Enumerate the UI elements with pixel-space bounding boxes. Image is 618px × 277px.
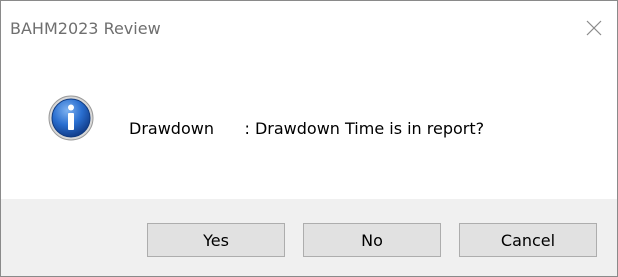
no-button[interactable]: No — [303, 223, 441, 257]
title-bar: BAHM2023 Review — [1, 1, 617, 61]
cancel-button[interactable]: Cancel — [459, 223, 597, 257]
close-button[interactable] — [571, 1, 617, 57]
dialog-message: Drawdown : Drawdown Time is in report? — [129, 119, 485, 138]
close-icon — [586, 20, 602, 36]
button-bar: Yes No Cancel — [1, 199, 617, 276]
message-dialog: BAHM2023 Review Drawdown : Drawdown Time… — [0, 0, 618, 277]
dialog-body: Drawdown : Drawdown Time is in report? — [1, 61, 617, 199]
info-icon — [48, 95, 94, 141]
yes-button[interactable]: Yes — [147, 223, 285, 257]
window-title: BAHM2023 Review — [10, 19, 161, 38]
